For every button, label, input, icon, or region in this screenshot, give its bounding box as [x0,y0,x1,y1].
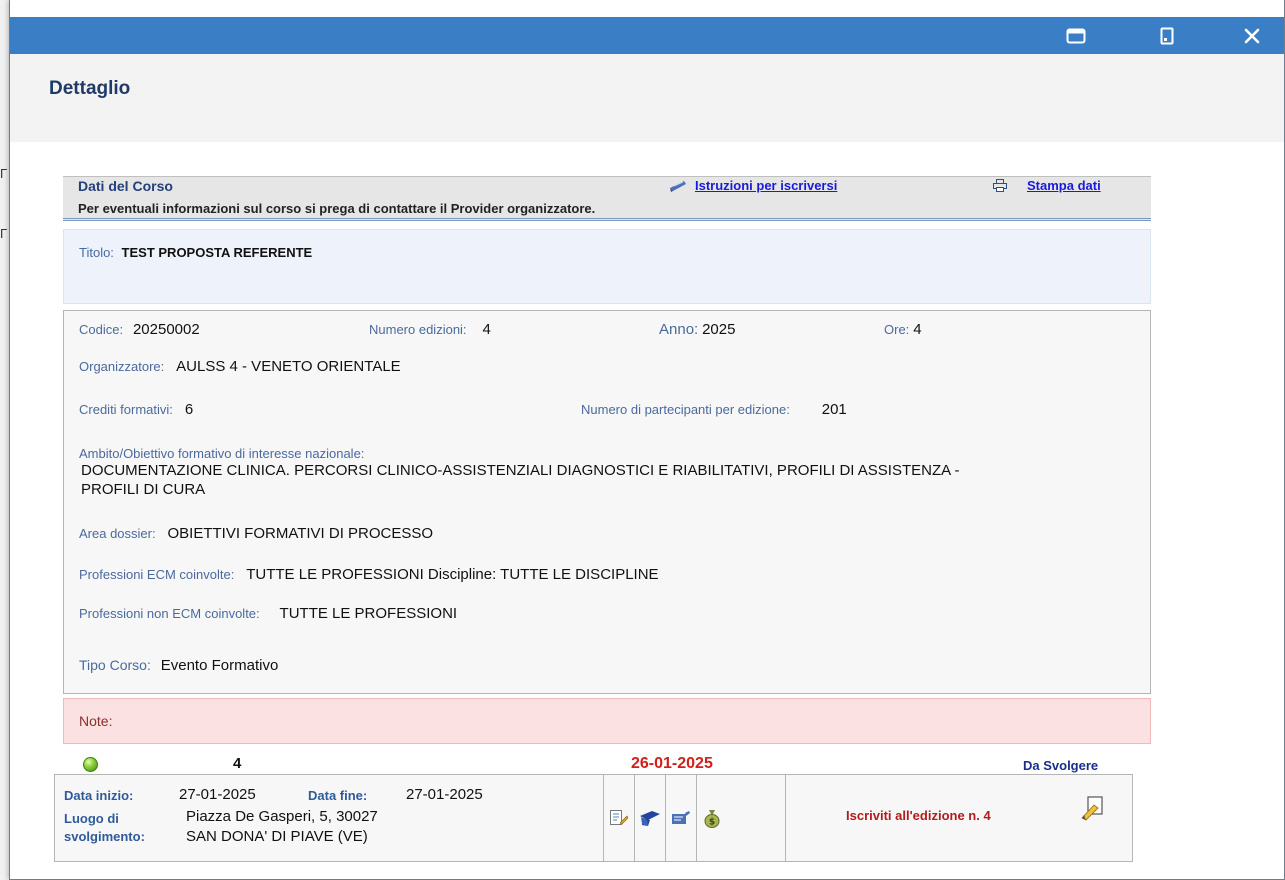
dialog-titlebar [10,17,1284,54]
edition-actions: $ [603,775,727,861]
anno-label: Anno: [659,321,699,338]
luogo-label-line2: svolgimento: [64,829,145,844]
scrollbar-track[interactable] [1268,142,1284,879]
certificate-button[interactable] [665,775,696,861]
organizzatore-field: Organizzatore: AULSS 4 - VENETO ORIENTAL… [79,358,401,375]
partecipanti-label: Numero di partecipanti per edizione: [581,402,790,417]
certificate-icon [672,811,690,824]
document-edit-button[interactable] [603,775,634,861]
edition-status: Da Svolgere [1023,758,1099,773]
section-subtitle: Per eventuali informazioni sul corso si … [78,201,596,216]
edition-number: 4 [233,755,242,772]
data-inizio-value: 27-01-2025 [179,786,256,803]
enroll-link[interactable]: Iscriviti all'edizione n. 4 [846,808,991,823]
course-section-header: Dati del Corso Per eventuali informazion… [63,176,1151,221]
edizioni-field: Numero edizioni: 4 [369,321,491,338]
edition-date: 26-01-2025 [631,755,713,772]
partecipanti-field: Numero di partecipanti per edizione: 201 [581,401,847,418]
document-edit-icon [610,810,629,825]
anno-value: 2025 [702,321,736,338]
data-fine-label: Data fine: [308,788,368,803]
ore-label: Ore: [884,322,910,337]
detail-dialog: Dettaglio Dati del Corso Per eventuali i… [9,0,1285,880]
course-title-box: Titolo: TEST PROPOSTA REFERENTE [63,229,1151,304]
edition-details-row: Data inizio: 27-01-2025 Data fine: 27-01… [54,774,1133,862]
printer-icon [993,179,1007,192]
data-inizio-label: Data inizio: [64,788,134,803]
tipo-label: Tipo Corso: [79,657,151,673]
svg-text:$: $ [709,818,715,828]
prof-non-ecm-label: Professioni non ECM coinvolte: [79,606,260,621]
instructions-link[interactable]: Istruzioni per iscriversi [695,178,837,193]
tipo-value: Evento Formativo [160,657,279,674]
edizioni-label: Numero edizioni: [369,322,467,337]
graduation-cap-icon [640,811,660,826]
ambito-value-line1: DOCUMENTAZIONE CLINICA. PERCORSI CLINICO… [81,462,960,479]
ambito-value-line2: PROFILI DI CURA [81,481,206,498]
money-bag-icon: $ [704,810,720,828]
crediti-value: 6 [184,401,194,418]
close-button[interactable] [1232,17,1272,54]
course-title: Titolo: TEST PROPOSTA REFERENTE [79,245,312,260]
prof-non-ecm-field: Professioni non ECM coinvolte: TUTTE LE … [79,605,457,622]
payment-button[interactable]: $ [696,775,727,861]
anno-field: Anno: 2025 [659,321,735,338]
area-field: Area dossier: OBIETTIVI FORMATIVI DI PRO… [79,525,433,542]
luogo-label-line1: Luogo di [64,811,119,826]
minimize-icon [1160,27,1174,44]
partecipanti-value: 201 [821,401,847,418]
prof-ecm-label: Professioni ECM coinvolte: [79,567,235,582]
organizzatore-label: Organizzatore: [79,359,165,374]
course-panel: Dati del Corso Per eventuali informazion… [54,176,1151,862]
edizioni-value: 4 [482,321,491,338]
pencil-icon[interactable] [1080,795,1106,821]
edition-info: Data inizio: 27-01-2025 Data fine: 27-01… [55,775,603,861]
prof-non-ecm-value: TUTTE LE PROFESSIONI [279,605,458,622]
prof-ecm-field: Professioni ECM coinvolte: TUTTE LE PROF… [79,566,659,583]
graduation-button[interactable] [634,775,665,861]
title-value: TEST PROPOSTA REFERENTE [121,245,313,260]
crediti-field: Crediti formativi: 6 [79,401,193,418]
enroll-area: Iscriviti all'edizione n. 4 [785,775,1134,861]
luogo-value-line1: Piazza De Gasperi, 5, 30027 [186,808,378,825]
status-dot-icon [83,757,98,772]
dialog-title: Dettaglio [49,78,131,99]
instructions-link-group[interactable]: Istruzioni per iscriversi [669,178,837,193]
restore-button[interactable] [1056,17,1096,54]
restore-icon [1066,28,1086,43]
background-text: Г [0,166,8,181]
section-title: Dati del Corso [78,178,173,194]
ore-value: 4 [913,321,922,338]
title-label: Titolo: [79,245,114,260]
print-link[interactable]: Stampa dati [1027,178,1101,193]
ore-field: Ore: 4 [884,321,922,338]
crediti-label: Crediti formativi: [79,402,173,417]
note-label: Note: [79,713,113,729]
area-label: Area dossier: [79,526,156,541]
instructions-icon [670,180,686,192]
codice-field: Codice: 20250002 [79,321,200,338]
data-fine-value: 27-01-2025 [406,786,483,803]
dialog-header: Dettaglio [10,54,1284,142]
ambito-label: Ambito/Obiettivo formativo di interesse … [79,446,365,461]
note-box: Note: [63,698,1151,744]
codice-value: 20250002 [132,321,200,338]
codice-label: Codice: [79,322,124,337]
luogo-value-line2: SAN DONA' DI PIAVE (VE) [186,828,368,845]
organizzatore-value: AULSS 4 - VENETO ORIENTALE [176,358,401,375]
area-value: OBIETTIVI FORMATIVI DI PROCESSO [167,525,434,542]
close-icon [1244,28,1260,43]
prof-ecm-value: TUTTE LE PROFESSIONI Discipline: TUTTE L… [246,566,659,583]
course-info-box: Codice: 20250002 Numero edizioni: 4 Anno… [63,310,1151,694]
print-link-group[interactable]: Stampa dati [993,178,1101,193]
minimize-button[interactable] [1147,17,1187,54]
tipo-field: Tipo Corso: Evento Formativo [79,657,278,674]
background-text: Г [0,226,8,241]
